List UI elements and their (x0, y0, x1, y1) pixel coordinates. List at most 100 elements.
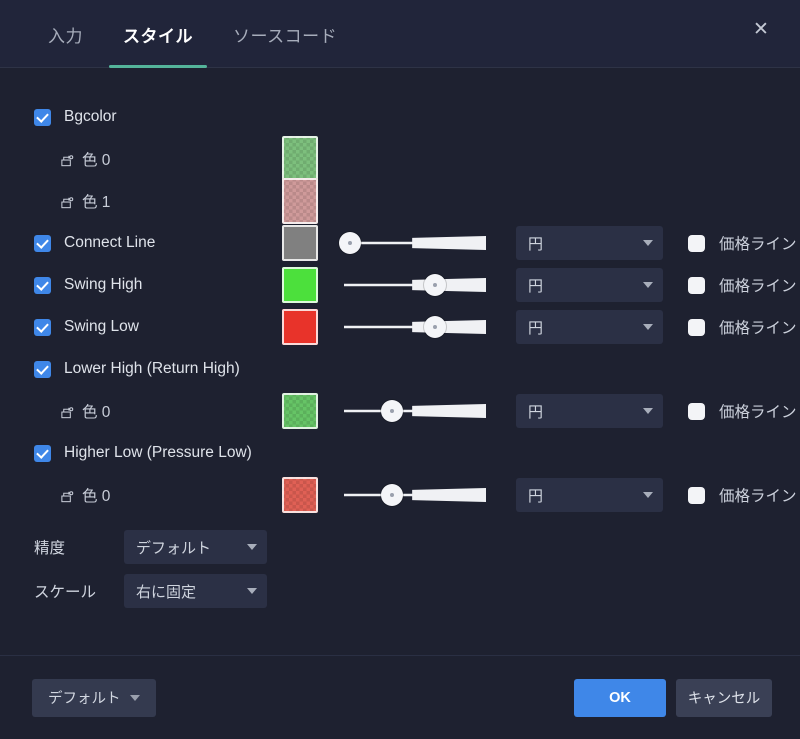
row-lower-high-label-col: Lower High (Return High) (24, 360, 282, 378)
chevron-down-icon (643, 492, 653, 498)
line-width-slider-connect-line[interactable] (338, 230, 486, 256)
row-lower-high-color-0: 色 0 円 価格ライン (24, 390, 797, 432)
row-scale: スケール 右に固定 (24, 572, 776, 610)
row-higher-low-color-0-slider-col (338, 482, 516, 508)
defaults-dropdown-button[interactable]: デフォルト (32, 678, 156, 717)
color-swatch-bgcolor-1[interactable] (282, 178, 318, 224)
label-bgcolor: Bgcolor (64, 108, 117, 125)
label-precision: 精度 (34, 540, 66, 557)
line-style-value-swing-low: 円 (528, 319, 544, 337)
slider-thumb[interactable] (381, 400, 404, 422)
tab-bar: 入力 スタイル ソースコード ✕ (0, 0, 800, 68)
palette-icon (60, 405, 75, 420)
line-style-select-swing-high[interactable]: 円 (516, 268, 663, 302)
label-scale: スケール (34, 584, 97, 601)
label-price-line-swing-low: 価格ライン (719, 320, 797, 337)
row-higher-low: Higher Low (Pressure Low) (24, 432, 776, 474)
chevron-down-icon (643, 282, 653, 288)
slider-thumb[interactable] (381, 484, 404, 506)
line-style-value-higher-low: 円 (528, 487, 544, 505)
slider-thumb[interactable] (338, 232, 361, 254)
row-swing-low-label-col: Swing Low (24, 318, 282, 336)
row-swing-low-slider-col (338, 314, 516, 340)
label-lower-high-color-0-text: 色 0 (82, 404, 111, 421)
slider-thumb[interactable] (423, 316, 446, 338)
scale-value: 右に固定 (136, 583, 197, 601)
row-connect-line-priceline-col: 価格ライン (676, 232, 797, 254)
row-higher-low-color-0-swatch-col (282, 477, 338, 513)
ok-button[interactable]: OK (574, 678, 666, 717)
row-bgcolor-color-0: 色 0 (24, 136, 776, 182)
label-swing-low: Swing Low (64, 318, 139, 335)
checkbox-swing-low[interactable] (34, 318, 51, 336)
color-swatch-higher-low-0[interactable] (282, 477, 318, 513)
line-style-select-higher-low[interactable]: 円 (516, 478, 663, 512)
tab-input[interactable]: 入力 (28, 0, 103, 68)
slider-thumb[interactable] (423, 274, 446, 296)
tab-source-code[interactable]: ソースコード (213, 0, 357, 68)
row-connect-line: Connect Line 円 価格ライン (24, 222, 797, 264)
cancel-button[interactable]: キャンセル (676, 678, 772, 717)
checkbox-price-line-swing-high[interactable] (688, 276, 705, 294)
close-icon[interactable]: ✕ (744, 12, 778, 46)
row-higher-low-label-col: Higher Low (Pressure Low) (24, 444, 282, 462)
line-width-slider-swing-low[interactable] (344, 314, 486, 340)
scale-select[interactable]: 右に固定 (124, 574, 267, 608)
color-swatch-connect-line[interactable] (282, 225, 318, 261)
line-style-value-swing-high: 円 (528, 277, 544, 295)
label-swing-high: Swing High (64, 276, 143, 293)
row-bgcolor-label-col: Bgcolor (24, 108, 282, 126)
label-price-line-swing-high: 価格ライン (719, 278, 797, 295)
checkbox-connect-line[interactable] (34, 234, 51, 252)
row-lower-high-color-0-swatch-col (282, 393, 338, 429)
tab-source-code-label: ソースコード (233, 26, 338, 46)
line-width-slider-swing-high[interactable] (344, 272, 486, 298)
palette-icon (60, 489, 75, 504)
precision-select[interactable]: デフォルト (124, 530, 267, 564)
chevron-down-icon (643, 408, 653, 414)
row-swing-high-select-col: 円 (516, 268, 676, 302)
line-style-select-connect-line[interactable]: 円 (516, 226, 663, 260)
color-swatch-swing-low[interactable] (282, 309, 318, 345)
checkbox-price-line-connect-line[interactable] (688, 234, 705, 252)
tab-style[interactable]: スタイル (103, 0, 213, 68)
cancel-button-label: キャンセル (687, 691, 761, 707)
checkbox-price-line-swing-low[interactable] (688, 318, 705, 336)
chevron-down-icon (129, 694, 140, 701)
row-bgcolor-color-1: 色 1 (24, 178, 776, 224)
checkbox-price-line-higher-low[interactable] (688, 486, 705, 504)
line-style-select-swing-low[interactable]: 円 (516, 310, 663, 344)
settings-body: Bgcolor 色 0 色 1 Connect Line 円 価格ライン Swi… (0, 68, 800, 655)
precision-value: デフォルト (136, 539, 212, 557)
label-price-line-connect-line: 価格ライン (719, 236, 797, 253)
row-lower-high-color-0-label-col: 色 0 (24, 400, 282, 422)
row-swing-high-priceline-col: 価格ライン (676, 274, 797, 296)
label-bgcolor-color-0: 色 0 (60, 148, 110, 170)
checkbox-higher-low[interactable] (34, 444, 51, 462)
color-swatch-bgcolor-0[interactable] (282, 136, 318, 182)
chevron-down-icon (247, 588, 257, 594)
label-lower-high: Lower High (Return High) (64, 360, 240, 377)
color-swatch-lower-high-0[interactable] (282, 393, 318, 429)
label-bgcolor-color-0-text: 色 0 (82, 152, 111, 169)
label-price-line-lower-high: 価格ライン (719, 404, 797, 421)
color-swatch-swing-high[interactable] (282, 267, 318, 303)
line-style-select-lower-high[interactable]: 円 (516, 394, 663, 428)
ok-button-label: OK (609, 689, 631, 706)
slider-track (344, 403, 486, 419)
row-swing-high: Swing High 円 価格ライン (24, 264, 797, 306)
checkbox-bgcolor[interactable] (34, 108, 51, 126)
row-swing-high-label-col: Swing High (24, 276, 282, 294)
checkbox-swing-high[interactable] (34, 276, 51, 294)
row-bgcolor-color-1-label-col: 色 1 (24, 190, 282, 212)
checkbox-price-line-lower-high[interactable] (688, 402, 705, 420)
row-connect-line-label-col: Connect Line (24, 234, 282, 252)
row-lower-high-color-0-slider-col (338, 398, 516, 424)
row-connect-line-swatch-col (282, 225, 338, 261)
row-swing-high-swatch-col (282, 267, 338, 303)
chevron-down-icon (247, 544, 257, 550)
checkbox-lower-high[interactable] (34, 360, 51, 378)
line-width-slider-lower-high[interactable] (344, 398, 486, 424)
line-style-value-connect-line: 円 (528, 235, 544, 253)
line-width-slider-higher-low[interactable] (344, 482, 486, 508)
